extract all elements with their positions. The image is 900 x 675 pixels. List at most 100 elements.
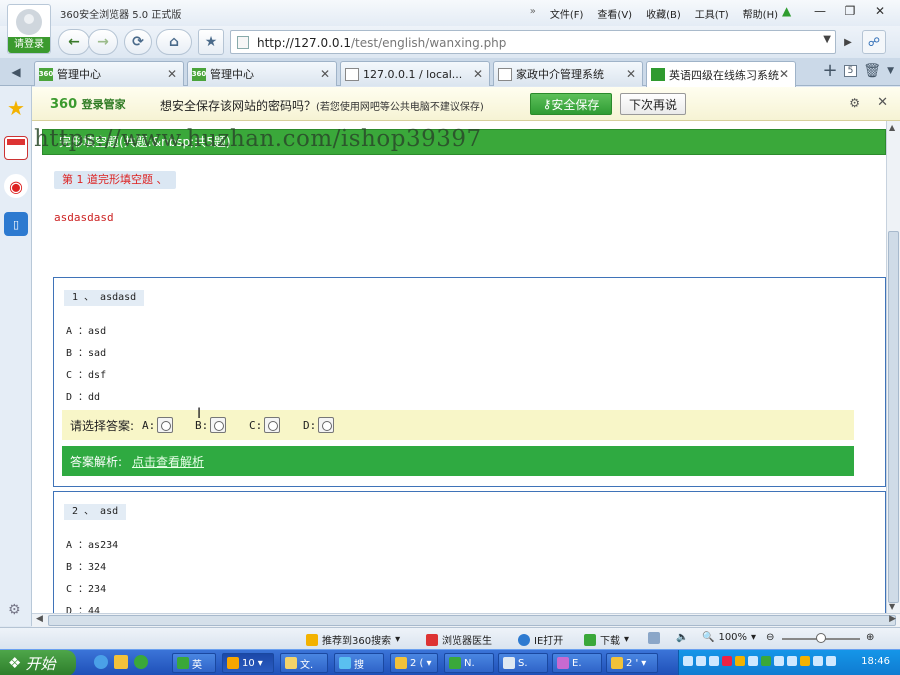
tab-close-icon[interactable]: ✕ — [320, 67, 330, 81]
tray-icon[interactable] — [722, 656, 732, 666]
view-analysis-link[interactable]: 点击查看解析 — [132, 453, 204, 470]
taskbar-item[interactable]: 2 ( ▾ — [390, 653, 438, 673]
skin-shirt-icon[interactable]: ▲ — [782, 5, 796, 17]
scroll-up-icon[interactable]: ▲ — [889, 123, 895, 132]
zoom-slider-knob[interactable] — [816, 633, 826, 643]
recommend-360-search[interactable]: 推荐到360搜索 ▾ — [306, 632, 400, 647]
scroll-down-icon[interactable]: ▼ — [889, 602, 895, 611]
sidebar-toggle-icon[interactable]: ◀ — [0, 58, 32, 86]
vertical-scrollbar[interactable]: ▲ ▼ — [886, 121, 900, 613]
tab-close-icon[interactable]: ✕ — [473, 67, 483, 81]
scroll-thumb[interactable] — [48, 615, 896, 626]
tab-5-active[interactable]: 英语四级在线练习系统 ✕ — [646, 61, 796, 87]
weibo-icon[interactable]: ◉ — [4, 174, 28, 198]
tab-4[interactable]: 家政中介管理系统 ✕ — [493, 61, 643, 86]
tray-icon[interactable] — [683, 656, 693, 666]
tray-icon[interactable] — [787, 656, 797, 666]
folder-icon[interactable] — [114, 655, 128, 669]
favorites-star-icon[interactable]: ★ — [4, 96, 28, 120]
taskbar-item[interactable]: 文. — [280, 653, 328, 673]
sidebar-gear-icon[interactable]: ⚙ — [8, 602, 21, 618]
window-icon[interactable] — [648, 632, 660, 644]
ie-icon[interactable] — [94, 655, 108, 669]
login-avatar-button[interactable]: 请登录 — [7, 4, 51, 54]
menu-file[interactable]: 文件(F) — [550, 6, 584, 21]
tab-1[interactable]: 360 管理中心 ✕ — [34, 61, 184, 86]
tray-icon[interactable] — [761, 656, 771, 666]
home-button[interactable]: ⌂ — [156, 29, 192, 55]
page-icon — [237, 36, 249, 49]
tray-icon[interactable] — [774, 656, 784, 666]
scroll-right-icon[interactable]: ▶ — [889, 614, 896, 624]
closed-tabs-count-icon[interactable]: 5 — [843, 64, 858, 77]
trash-icon[interactable]: 🗑 — [863, 63, 881, 79]
taskbar-item[interactable]: 10 ▾ — [222, 653, 274, 673]
tab-2[interactable]: 360 管理中心 ✕ — [187, 61, 337, 86]
address-bar[interactable]: http://127.0.0.1/test/english/wanxing.ph… — [230, 30, 836, 54]
taskbar-item[interactable]: 搜 — [334, 653, 384, 673]
menu-favorites[interactable]: 收藏(B) — [646, 6, 681, 21]
favorite-star-button[interactable]: ★ — [198, 29, 224, 55]
password-manager-logo: 360 登录管家 — [50, 97, 126, 112]
download-button[interactable]: 下载 ▾ — [584, 632, 629, 647]
close-window-icon[interactable]: ✕ — [866, 2, 894, 20]
address-url[interactable]: http://127.0.0.1/test/english/wanxing.ph… — [257, 36, 506, 50]
scroll-left-icon[interactable]: ◀ — [36, 614, 43, 624]
tab-close-icon[interactable]: ✕ — [626, 67, 636, 81]
tray-icon[interactable] — [826, 656, 836, 666]
menu-view[interactable]: 查看(V) — [597, 6, 632, 21]
close-icon[interactable]: ✕ — [877, 95, 888, 110]
new-tab-plus-icon[interactable]: + — [822, 60, 837, 81]
menu-more-icon[interactable]: » — [530, 6, 536, 21]
app-icon — [557, 657, 569, 669]
tab-close-icon[interactable]: ✕ — [167, 67, 177, 81]
choice-d[interactable]: D: — [303, 417, 335, 433]
forward-button[interactable]: → — [88, 29, 118, 55]
taskbar-item[interactable]: 2 ' ▾ — [606, 653, 658, 673]
tray-icon[interactable] — [800, 656, 810, 666]
restore-icon[interactable]: ❐ — [836, 2, 864, 20]
minimize-icon[interactable]: — — [806, 2, 834, 20]
taskbar-item[interactable]: E. — [552, 653, 602, 673]
radio-b[interactable] — [210, 417, 227, 433]
radio-d[interactable] — [318, 417, 335, 433]
choice-c[interactable]: C: — [249, 417, 281, 433]
security-shield-icon[interactable]: ☍ — [862, 30, 886, 54]
news-icon[interactable] — [4, 136, 28, 160]
tab-close-icon[interactable]: ✕ — [779, 67, 789, 81]
radio-c[interactable] — [264, 417, 281, 433]
tray-icon[interactable] — [709, 656, 719, 666]
zoom-out-icon[interactable]: ⊖ — [766, 632, 774, 643]
browser-doctor[interactable]: 浏览器医生 — [426, 632, 492, 647]
tray-icon[interactable] — [735, 656, 745, 666]
360-icon[interactable] — [134, 655, 148, 669]
save-password-button[interactable]: ⚷ 安全保存 — [530, 93, 612, 115]
tray-icon[interactable] — [813, 656, 823, 666]
not-now-button[interactable]: 下次再说 — [620, 93, 686, 115]
back-button[interactable]: ← — [58, 29, 90, 55]
horizontal-scrollbar[interactable]: ◀ ▶ — [32, 613, 900, 627]
go-arrow-icon[interactable]: ▶ — [840, 31, 856, 53]
zoom-control[interactable]: 🔍 100% ▾ — [702, 632, 756, 643]
radio-a[interactable] — [157, 417, 174, 433]
tab-menu-icon[interactable]: ▼ — [887, 66, 894, 76]
menu-tools[interactable]: 工具(T) — [695, 6, 729, 21]
gear-icon[interactable]: ⚙ — [849, 96, 860, 110]
menu-help[interactable]: 帮助(H) — [743, 6, 778, 21]
volume-icon[interactable]: 🔈 — [676, 632, 688, 643]
choice-a[interactable]: A: — [142, 417, 174, 433]
start-button[interactable]: ❖ 开始 — [0, 650, 76, 675]
clock[interactable]: 18:46 — [861, 656, 890, 667]
tray-icon[interactable] — [696, 656, 706, 666]
tab-3[interactable]: 127.0.0.1 / local... ✕ — [340, 61, 490, 86]
ie-open[interactable]: IE打开 — [518, 632, 563, 647]
address-dropdown-icon[interactable]: ▼ — [823, 34, 831, 45]
zoom-in-icon[interactable]: ⊕ — [866, 632, 874, 643]
taskbar-item[interactable]: 英 — [172, 653, 216, 673]
tray-icon[interactable] — [748, 656, 758, 666]
taskbar-item[interactable]: N. — [444, 653, 494, 673]
taskbar-item[interactable]: S. — [498, 653, 548, 673]
mobile-icon[interactable]: ▯ — [4, 212, 28, 236]
scroll-thumb[interactable] — [888, 231, 899, 603]
refresh-button[interactable]: ⟳ — [124, 29, 152, 55]
